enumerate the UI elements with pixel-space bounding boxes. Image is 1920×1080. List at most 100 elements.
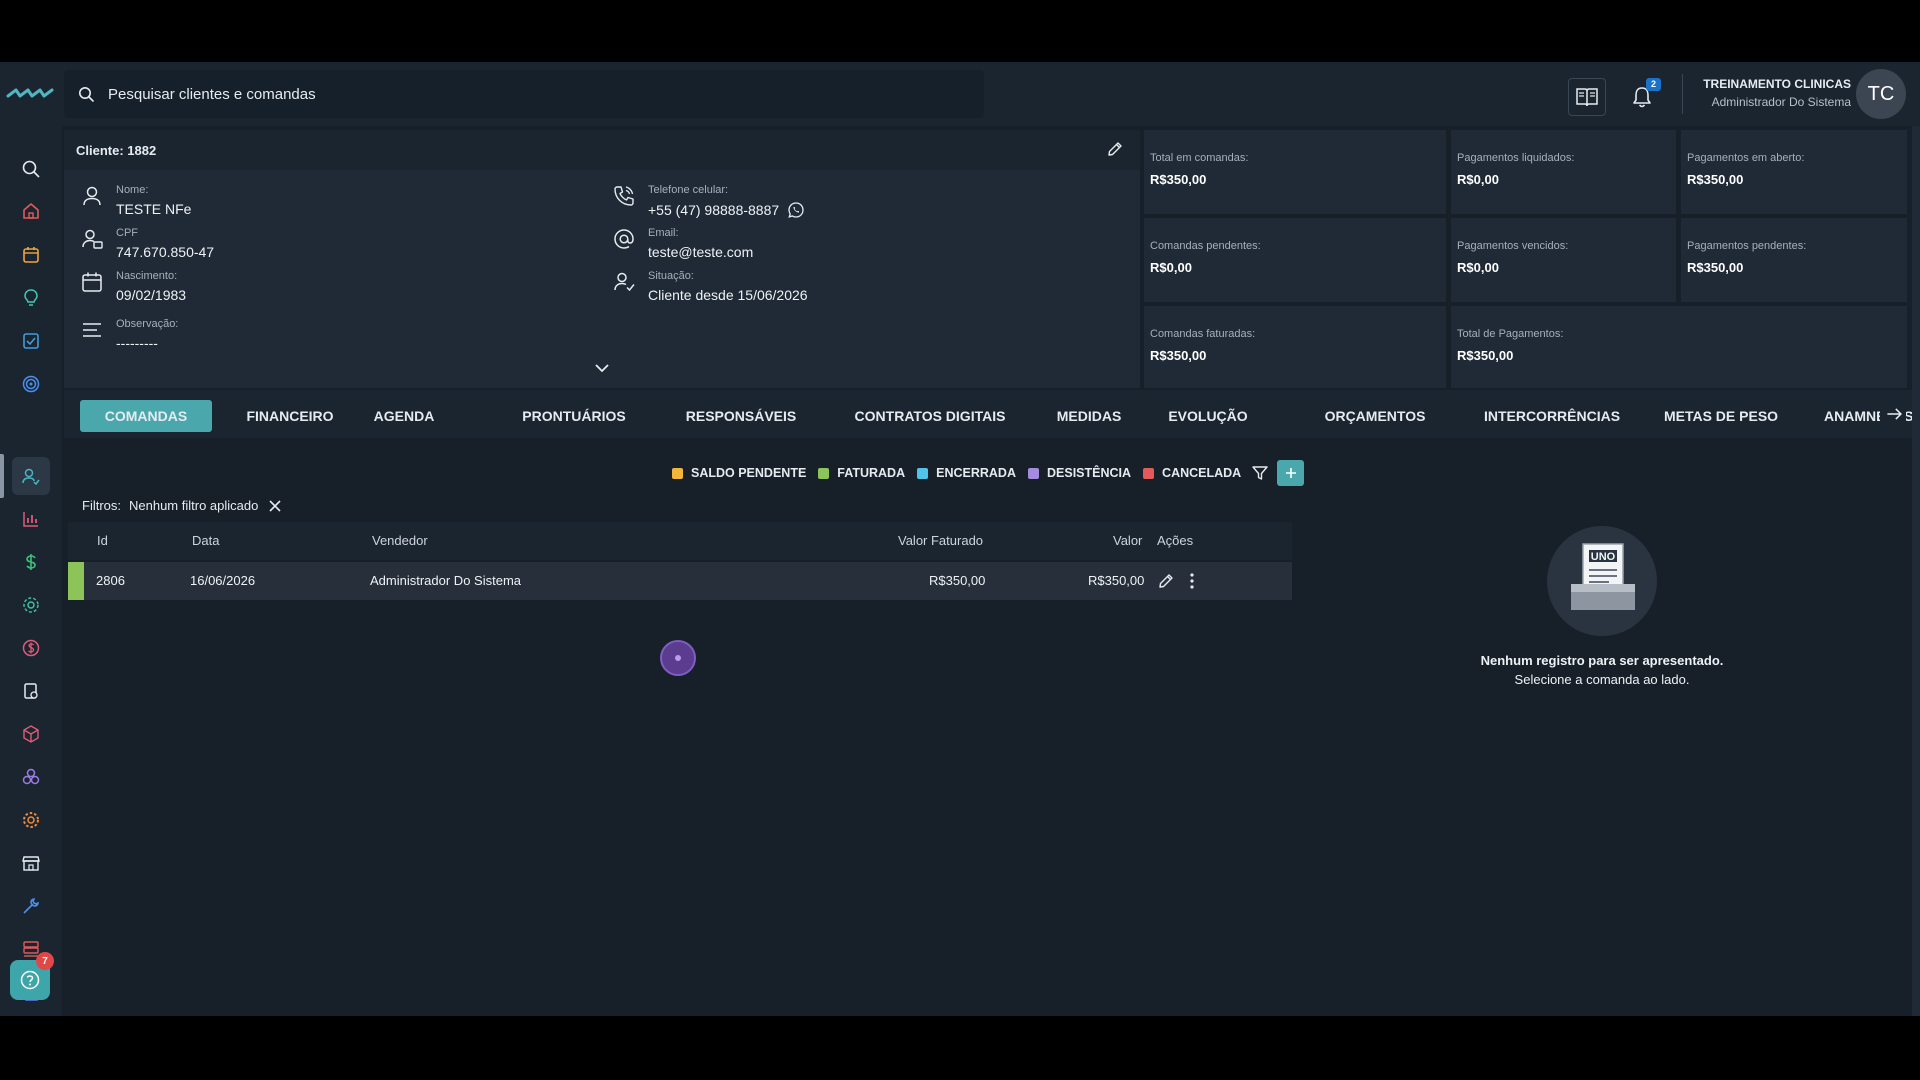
sidebar-item-packages[interactable] <box>12 715 50 753</box>
stat-value: R$350,00 <box>1687 260 1744 275</box>
legend-swatch <box>1028 467 1039 479</box>
stat-pagamentos-vencidos: Pagamentos vencidos: R$0,00 <box>1451 218 1676 302</box>
stat-value: R$0,00 <box>1457 172 1499 187</box>
row-status-indicator <box>68 562 84 600</box>
sidebar-item-reports[interactable] <box>12 500 50 538</box>
sidebar-item-stock[interactable] <box>12 672 50 710</box>
row-actions <box>1157 572 1195 590</box>
stat-value: R$0,00 <box>1457 260 1499 275</box>
user-id-icon <box>82 229 103 249</box>
col-acoes: Ações <box>1157 533 1194 548</box>
tab-metas-de-peso[interactable]: METAS DE PESO <box>1654 400 1788 432</box>
sidebar-item-settings[interactable] <box>12 801 50 839</box>
legend-swatch <box>1143 467 1155 479</box>
stat-label: Pagamentos liquidados: <box>1457 152 1575 164</box>
legend-cancelada: CANCELADA <box>1143 466 1241 480</box>
user-icon <box>83 186 101 206</box>
sidebar-item-finance[interactable] <box>12 543 50 581</box>
col-data[interactable]: Data <box>192 522 219 560</box>
client-name-value: TESTE NFe <box>116 201 192 217</box>
empty-state: UNO Nenhum registro para ser apresentado… <box>1442 526 1762 687</box>
sidebar-item-automation[interactable] <box>12 586 50 624</box>
tab-evolucao[interactable]: EVOLUÇÃO <box>1156 400 1260 432</box>
client-email-label: Email: <box>648 227 679 239</box>
status-legend: SALDO PENDENTE FATURADA ENCERRADA DESIST… <box>672 460 1305 486</box>
stat-label: Total de Pagamentos: <box>1457 328 1564 340</box>
chevron-down-icon[interactable] <box>594 362 610 374</box>
col-vendedor[interactable]: Vendedor <box>372 522 428 560</box>
tab-medidas[interactable]: MEDIDAS <box>1044 400 1134 432</box>
legend-desistencia: DESISTÊNCIA <box>1028 466 1131 480</box>
stat-value: R$350,00 <box>1457 348 1514 363</box>
search-icon <box>22 160 40 178</box>
client-status-value: Cliente desde 15/06/2026 <box>648 287 808 303</box>
cell-value: R$350,00 <box>1088 573 1145 588</box>
sidebar-item-tools[interactable] <box>12 887 50 925</box>
col-valor[interactable]: Valor <box>1113 522 1142 560</box>
sidebar-item-home[interactable] <box>12 192 50 230</box>
stat-pagamentos-pendentes: Pagamentos pendentes: R$350,00 <box>1681 218 1907 302</box>
lightbulb-icon <box>24 289 38 306</box>
arrow-right-icon[interactable] <box>1880 404 1906 424</box>
filter-button[interactable] <box>1251 464 1269 482</box>
sidebar-item-payments[interactable] <box>12 629 50 667</box>
top-bar: 2 TREINAMENTO CLINICAS Administrador Do … <box>0 62 1920 126</box>
clear-filters-icon[interactable] <box>268 499 282 513</box>
whatsapp-icon[interactable] <box>787 201 805 219</box>
sidebar-item-ideas[interactable] <box>12 279 50 317</box>
checklist-icon <box>23 333 39 349</box>
brand-logo-icon[interactable] <box>6 80 56 108</box>
edit-client-icon[interactable] <box>1106 140 1124 158</box>
avatar[interactable]: TC <box>1856 69 1906 119</box>
user-role: Administrador Do Sistema <box>1711 95 1851 109</box>
legend-swatch <box>818 467 830 479</box>
cell-date: 16/06/2026 <box>190 573 256 588</box>
sidebar-item-tasks[interactable] <box>12 322 50 360</box>
sidebar-item-search[interactable] <box>12 150 50 188</box>
tab-contratos-digitais[interactable]: CONTRATOS DIGITAIS <box>832 400 1028 432</box>
client-name-label: Nome: <box>116 184 149 196</box>
sidebar-active-indicator <box>0 454 4 498</box>
cell-billed: R$350,00 <box>929 573 986 588</box>
tab-financeiro[interactable]: FINANCEIRO <box>234 400 346 432</box>
search-input[interactable] <box>108 85 908 103</box>
legend-swatch <box>672 467 683 479</box>
tab-prontuarios[interactable]: PRONTUÁRIOS <box>504 400 644 432</box>
edit-icon[interactable] <box>1157 572 1175 590</box>
manual-button[interactable] <box>1568 78 1606 116</box>
calendar-icon <box>23 247 39 263</box>
empty-illustration: UNO <box>1547 526 1657 636</box>
legend-label: FATURADA <box>837 466 906 480</box>
sidebar-item-store[interactable] <box>12 844 50 882</box>
client-birth-label: Nascimento: <box>116 270 178 282</box>
sidebar-item-goals[interactable] <box>12 365 50 403</box>
tab-comandas[interactable]: COMANDAS <box>80 400 212 432</box>
stat-pagamentos-aberto: Pagamentos em aberto: R$350,00 <box>1681 130 1907 214</box>
client-card: Cliente: 1882 Nome: TESTE NFe CPF 747.67… <box>64 130 1140 388</box>
add-comanda-button[interactable] <box>1277 460 1305 486</box>
sidebar-item-agenda[interactable] <box>12 236 50 274</box>
table-row[interactable]: 2806 16/06/2026 Administrador Do Sistema… <box>68 562 1292 600</box>
sidebar-item-groups[interactable] <box>12 758 50 796</box>
stat-label: Comandas faturadas: <box>1150 328 1256 340</box>
col-valor-faturado[interactable]: Valor Faturado <box>898 522 983 560</box>
at-icon <box>614 229 634 249</box>
col-id[interactable]: Id <box>97 522 108 560</box>
cell-id: 2806 <box>96 573 125 588</box>
target-icon <box>22 375 40 393</box>
gear-badge-icon <box>23 597 39 613</box>
notifications-button[interactable]: 2 <box>1623 78 1661 116</box>
calendar-icon <box>82 272 102 292</box>
legend-swatch <box>917 467 929 479</box>
sidebar-item-clients[interactable] <box>12 457 50 495</box>
printer-receipt-icon: UNO <box>1571 543 1635 610</box>
filters-label: Filtros: <box>82 498 121 513</box>
tab-orcamentos[interactable]: ORÇAMENTOS <box>1300 400 1450 432</box>
tab-responsaveis[interactable]: RESPONSÁVEIS <box>666 400 816 432</box>
more-vertical-icon[interactable] <box>1189 572 1195 590</box>
tab-agenda[interactable]: AGENDA <box>364 400 444 432</box>
stat-comandas-faturadas: Comandas faturadas: R$350,00 <box>1144 306 1446 388</box>
search-bar[interactable] <box>64 70 984 118</box>
stat-label: Pagamentos vencidos: <box>1457 240 1569 252</box>
tab-intercorrencias[interactable]: INTERCORRÊNCIAS <box>1462 400 1642 432</box>
